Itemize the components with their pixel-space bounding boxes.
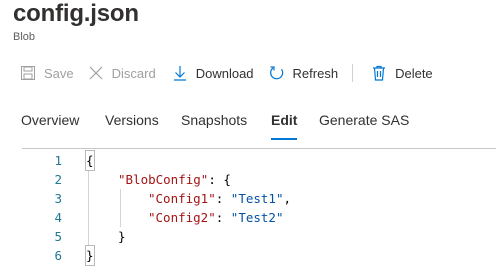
trash-icon: [371, 65, 387, 81]
delete-label: Delete: [395, 65, 433, 81]
save-icon: [20, 65, 36, 81]
line-number: 4: [54, 210, 62, 225]
delete-button[interactable]: Delete: [371, 58, 433, 88]
json-punct: :: [215, 191, 231, 206]
download-icon: [172, 65, 188, 81]
code-text: }: [118, 229, 126, 244]
json-punct: ,: [283, 191, 292, 206]
tab-bar: Overview Versions Snapshots Edit Generat…: [0, 106, 496, 140]
line-number: 6: [54, 248, 62, 263]
code-text: "BlobConfig": {: [118, 170, 231, 189]
download-label: Download: [195, 65, 254, 81]
json-key: "Config2": [148, 210, 216, 225]
save-button[interactable]: Save: [20, 58, 74, 88]
tab-snapshots[interactable]: Snapshots: [181, 106, 247, 136]
page-subtitle: Blob: [13, 31, 36, 43]
line-number: 2: [54, 172, 62, 187]
editor-line: 1 {: [0, 150, 496, 171]
json-punct: :: [215, 210, 231, 225]
discard-label: Discard: [111, 65, 156, 81]
editor-top-border: [22, 148, 496, 149]
refresh-button[interactable]: Refresh: [269, 58, 339, 88]
save-label: Save: [44, 65, 74, 81]
page-title: config.json: [13, 0, 139, 27]
code-text: "Config1": "Test1",: [148, 189, 291, 208]
tab-generate-sas[interactable]: Generate SAS: [319, 106, 409, 136]
line-number: 3: [54, 191, 62, 206]
code-text: {: [85, 150, 95, 171]
tab-overview[interactable]: Overview: [21, 106, 79, 136]
editor-line: 3 "Config1": "Test1",: [0, 189, 496, 208]
code-text: "Config2": "Test2": [148, 208, 283, 227]
editor-line: 2 "BlobConfig": {: [0, 170, 496, 189]
code-text: }: [85, 245, 95, 266]
editor-line: 6 }: [0, 245, 496, 266]
refresh-label: Refresh: [292, 65, 339, 81]
editor-line: 5 }: [0, 227, 496, 246]
json-punct: : {: [208, 172, 231, 187]
code-editor[interactable]: 1 { 2 "BlobConfig": { 3 "Config1": "Test…: [0, 148, 496, 270]
tab-edit[interactable]: Edit: [271, 106, 298, 140]
line-number: 1: [54, 153, 62, 168]
discard-button[interactable]: Discard: [88, 58, 156, 88]
tab-versions[interactable]: Versions: [105, 106, 159, 136]
json-key: "BlobConfig": [118, 172, 209, 187]
close-icon: [88, 65, 104, 81]
command-bar: Save Discard Download Refresh Delete: [0, 58, 496, 88]
editor-line: 4 "Config2": "Test2": [0, 208, 496, 227]
json-value: "Test2": [230, 210, 284, 225]
toolbar-divider: [352, 64, 354, 82]
line-number: 5: [54, 229, 62, 244]
download-button[interactable]: Download: [172, 58, 254, 88]
json-key: "Config1": [148, 191, 216, 206]
refresh-icon: [269, 65, 285, 81]
json-value: "Test1": [230, 191, 284, 206]
